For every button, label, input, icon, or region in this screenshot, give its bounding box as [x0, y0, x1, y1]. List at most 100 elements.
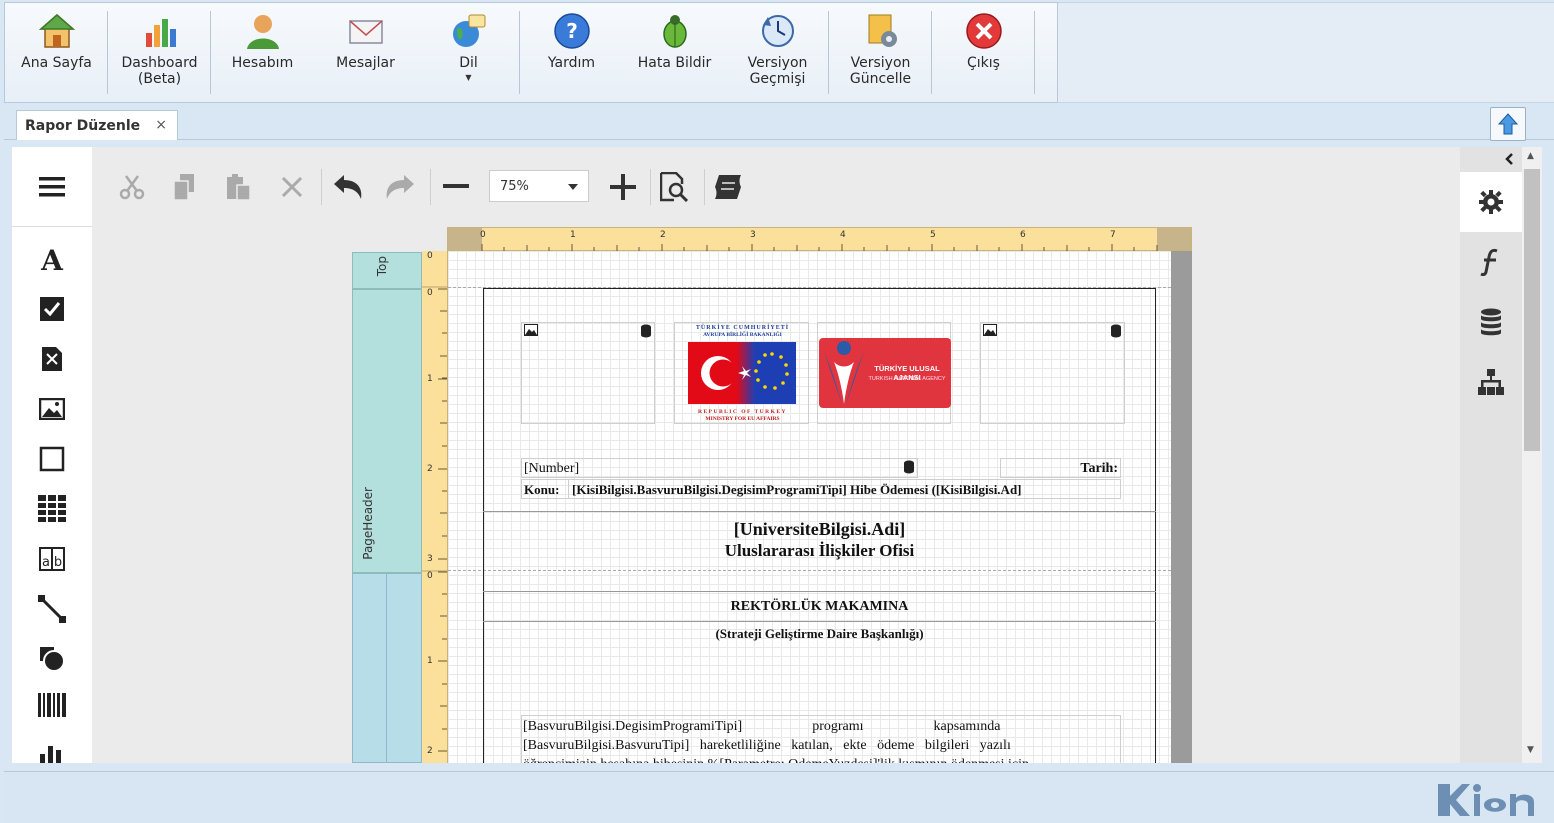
scroll-up-icon[interactable]: ▲: [1527, 151, 1534, 161]
chevron-down-icon: [568, 184, 578, 190]
report-explorer-tab[interactable]: [1460, 352, 1522, 412]
tab-report-edit[interactable]: Rapor Düzenle ×: [16, 110, 178, 140]
preview-icon[interactable]: [652, 167, 696, 207]
eu-ministry-logo[interactable]: TÜRKİYE CUMHURİYETİ AVRUPA BİRLİĞİ BAKAN…: [674, 322, 809, 424]
checkbox-tool-icon[interactable]: [12, 289, 92, 329]
table-tool-icon[interactable]: [12, 489, 92, 529]
database-icon: [904, 460, 914, 474]
picture-box[interactable]: [980, 322, 1125, 424]
toolbar-label: Dil: [459, 55, 478, 71]
zoom-in-icon[interactable]: [601, 167, 645, 207]
version-update-button[interactable]: Versiyon Güncelle: [829, 3, 932, 102]
help-button[interactable]: ? Yardım: [520, 3, 623, 102]
bug-icon: [655, 11, 695, 51]
department-name: (Strateji Geliştirme Daire Başkanlığı): [715, 626, 924, 641]
menu-area: [12, 147, 92, 227]
report-designer: A ab 75% Top PageHeader 0 1 2 3 4 5 6 7 …: [12, 147, 1542, 763]
collapse-panel-button[interactable]: [1460, 147, 1522, 171]
toolbar-label: Versiyon Geçmişi: [747, 55, 808, 87]
toolbar-label: Hata Bildir: [637, 55, 712, 71]
hierarchy-icon: [1478, 369, 1504, 395]
ruler-tick-label: 0: [427, 288, 433, 298]
field-list-tab[interactable]: [1460, 292, 1522, 352]
undo-icon[interactable]: [326, 167, 370, 207]
chevron-down-icon: ▼: [465, 73, 472, 82]
band-detail[interactable]: [352, 573, 422, 763]
language-button[interactable]: Dil ▼: [417, 3, 520, 102]
bar-chart-icon: [140, 11, 180, 51]
exit-icon: [964, 11, 1004, 51]
function-icon: [1480, 248, 1498, 276]
toolbar-label: Ana Sayfa: [21, 55, 92, 71]
home-button[interactable]: Ana Sayfa: [5, 3, 108, 102]
update-icon: [861, 11, 901, 51]
dashboard-button[interactable]: Dashboard (Beta): [108, 3, 211, 102]
ruler-tick-label: 6: [1020, 230, 1026, 240]
svg-text:a: a: [42, 555, 50, 570]
panel-tool-icon[interactable]: [12, 439, 92, 479]
zoom-select[interactable]: 75%: [489, 170, 589, 202]
report-bug-button[interactable]: Hata Bildir: [623, 3, 726, 102]
picture-icon: [983, 324, 997, 336]
properties-tab[interactable]: [1460, 172, 1522, 232]
number-text: [Number]: [524, 461, 580, 476]
report-page[interactable]: TÜRKİYE CUMHURİYETİ AVRUPA BİRLİĞİ BAKAN…: [448, 251, 1171, 763]
account-button[interactable]: Hesabım: [211, 3, 314, 102]
band-page-header[interactable]: PageHeader: [352, 289, 422, 573]
cut-icon[interactable]: [110, 167, 154, 207]
ruler-tick-label: 1: [427, 374, 433, 384]
band-top[interactable]: Top: [352, 252, 422, 289]
delete-icon[interactable]: [270, 167, 314, 207]
logout-button[interactable]: Çıkış: [932, 3, 1035, 102]
logo-text: TURKISH NATIONAL AGENCY: [868, 376, 946, 382]
logo-text: AVRUPA BİRLİĞİ BAKANLIĞI: [703, 332, 782, 338]
scroll-top-button[interactable]: [1490, 107, 1526, 141]
chart-tool-icon[interactable]: [12, 733, 92, 763]
barcode-tool-icon[interactable]: [12, 685, 92, 725]
body-text-box[interactable]: [BasvuruBilgisi.DegisimProgramiTipi] pro…: [521, 715, 1121, 763]
scroll-down-icon[interactable]: ▼: [1527, 745, 1534, 755]
label-tool-icon[interactable]: A: [12, 239, 92, 279]
zoom-out-icon[interactable]: [434, 167, 478, 207]
redo-icon[interactable]: [378, 167, 422, 207]
body-text-line: [BasvuruBilgisi.BasvuruTipi] hareketlili…: [523, 738, 1011, 753]
ruler-tick-label: 0: [427, 571, 433, 581]
body-text-line: [BasvuruBilgisi.DegisimProgramiTipi] pro…: [523, 719, 1001, 734]
picture-tool-icon[interactable]: [12, 389, 92, 429]
script-icon[interactable]: [706, 167, 750, 207]
shape-tool-icon[interactable]: [12, 639, 92, 679]
national-agency-logo[interactable]: TÜRKİYE ULUSAL AJANSI TURKISH NATIONAL A…: [817, 322, 951, 424]
ruler-tick-label: 0: [480, 230, 486, 240]
vertical-scrollbar[interactable]: ▲ ▼: [1522, 147, 1542, 763]
toolbar-label: Dashboard (Beta): [121, 55, 198, 87]
design-surface[interactable]: Top PageHeader 0 1 2 3 4 5 6 7 0 0 1 2 3…: [352, 227, 1192, 763]
messages-button[interactable]: Mesajlar: [314, 3, 417, 102]
expressions-tab[interactable]: [1460, 232, 1522, 292]
scrollbar-thumb[interactable]: [1524, 169, 1540, 451]
subject-row[interactable]: Konu: [KisiBilgisi.BasvuruBilgisi.Degisi…: [521, 479, 1121, 499]
database-icon: [1481, 308, 1501, 336]
gear-icon: [1479, 190, 1503, 214]
band-label: PageHeader: [361, 487, 375, 560]
line-tool-icon[interactable]: [12, 589, 92, 629]
date-label-box[interactable]: Tarih:: [1000, 458, 1121, 478]
number-field[interactable]: [Number]: [521, 458, 918, 478]
version-history-button[interactable]: Versiyon Geçmişi: [726, 3, 829, 102]
paste-icon[interactable]: [216, 167, 260, 207]
hamburger-menu-icon[interactable]: [12, 167, 92, 207]
footer-bar: [4, 771, 1554, 823]
close-icon[interactable]: ×: [155, 117, 167, 133]
picture-box[interactable]: [521, 322, 655, 424]
character-comb-tool-icon[interactable]: ab: [12, 539, 92, 579]
ruler-tick-label: 5: [930, 230, 936, 240]
ruler-tick-label: 0: [427, 251, 433, 261]
toolbar-label: Yardım: [547, 55, 596, 71]
home-icon: [37, 11, 77, 51]
toolbar-label: Versiyon Güncelle: [849, 55, 912, 87]
flags-icon: [688, 342, 796, 404]
copy-icon[interactable]: [162, 167, 206, 207]
help-icon: ?: [552, 11, 592, 51]
database-icon: [1111, 324, 1121, 338]
rich-text-tool-icon[interactable]: [12, 339, 92, 379]
tab-label: Rapor Düzenle: [25, 117, 141, 134]
